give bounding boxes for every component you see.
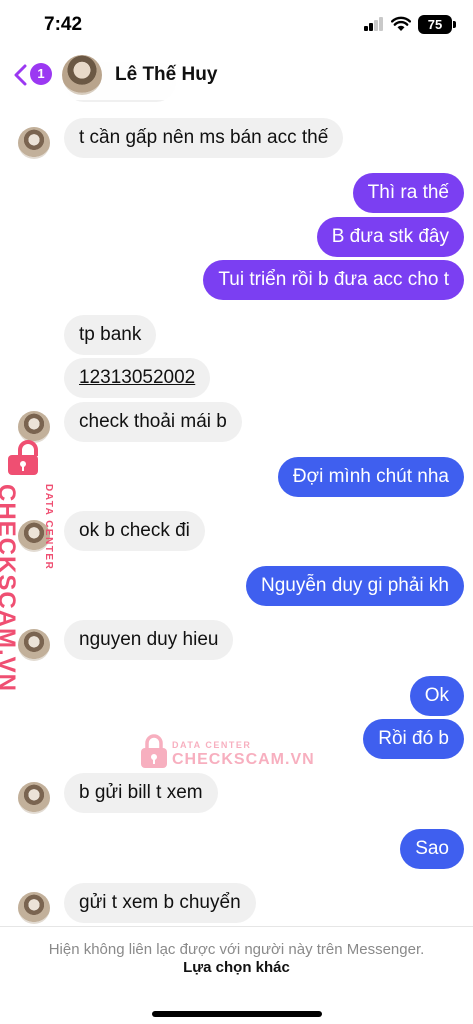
message-bubble-account-number[interactable]: 12313052002: [64, 358, 211, 398]
contact-name[interactable]: Lê Thế Huy: [115, 64, 217, 86]
message-bubble-outgoing[interactable]: Ok: [409, 676, 464, 716]
message-bubble-outgoing[interactable]: Thì ra thế: [352, 173, 464, 213]
sender-avatar[interactable]: [18, 520, 50, 552]
sender-avatar[interactable]: [18, 127, 50, 159]
home-indicator[interactable]: [152, 1011, 322, 1017]
sender-avatar[interactable]: [18, 629, 50, 661]
message-bubble-outgoing[interactable]: Sao: [400, 829, 464, 869]
message-bubble-incoming[interactable]: gửi t xem b chuyển: [64, 883, 256, 923]
unread-count-badge: 1: [30, 63, 52, 85]
message-bubble-incoming[interactable]: nguyen duy hieu: [64, 620, 234, 660]
message-bubble-incoming[interactable]: t cần gấp nên ms bán acc thế: [64, 118, 344, 158]
chat-header: 1 Lê Thế Huy: [0, 50, 473, 100]
message-bubble-outgoing[interactable]: Tui triển rồi b đưa acc cho t: [203, 260, 464, 300]
message-bubble-incoming[interactable]: b gửi bill t xem: [64, 773, 218, 813]
sender-avatar[interactable]: [18, 411, 50, 443]
message-bubble-outgoing[interactable]: Rồi đó b: [363, 719, 464, 759]
sender-avatar[interactable]: [18, 892, 50, 924]
chevron-left-icon: [14, 64, 27, 86]
contact-avatar[interactable]: [62, 55, 102, 95]
message-bubble-outgoing[interactable]: Nguyễn duy gi phải kh: [245, 566, 464, 606]
composer-disabled-footer: Hiện không liên lạc được với người này t…: [0, 926, 473, 1024]
other-options-link[interactable]: Lựa chọn khác: [0, 959, 473, 976]
message-bubble-incoming[interactable]: ok b check đi: [64, 511, 205, 551]
unavailable-notice: Hiện không liên lạc được với người này t…: [48, 941, 425, 958]
sender-avatar[interactable]: [18, 782, 50, 814]
back-button[interactable]: 1: [12, 62, 54, 88]
message-bubble-incoming[interactable]: tp bank: [64, 315, 157, 355]
message-list[interactable]: t cần gấp nên ms bán acc thế Thì ra thế …: [0, 0, 473, 930]
message-bubble-outgoing[interactable]: Đợi mình chút nha: [277, 457, 464, 497]
message-bubble-outgoing[interactable]: B đưa stk đây: [316, 217, 464, 257]
message-bubble-incoming[interactable]: check thoải mái b: [64, 402, 242, 442]
